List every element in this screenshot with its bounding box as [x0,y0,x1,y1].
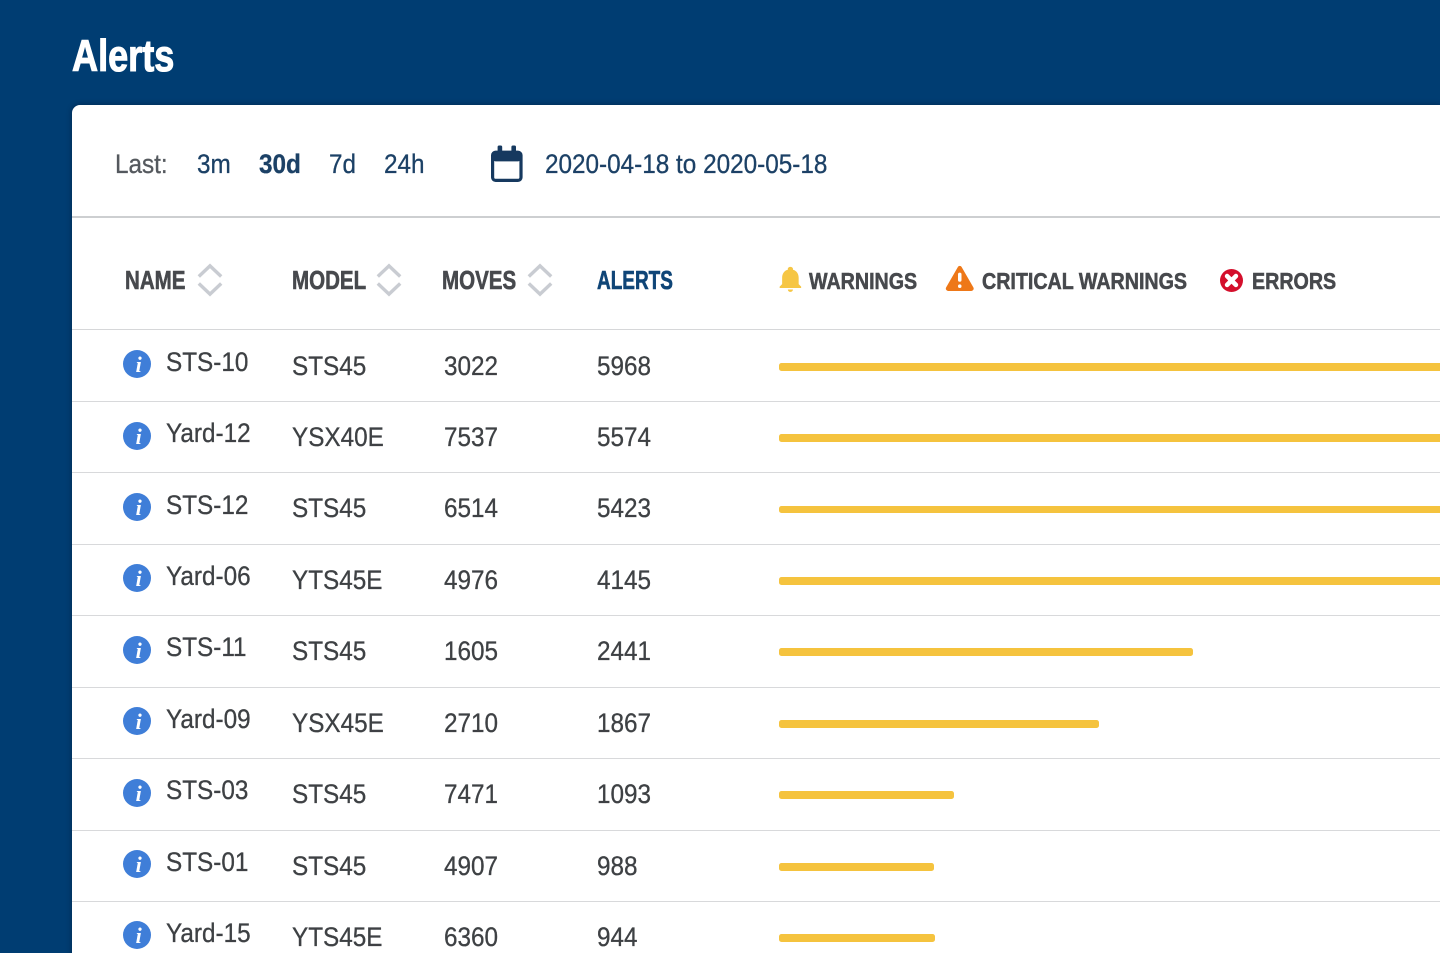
svg-text:i: i [135,781,142,806]
svg-text:i: i [135,424,142,449]
svg-text:i: i [135,495,142,520]
svg-text:i: i [135,852,142,877]
svg-text:i: i [135,923,142,948]
svg-text:i: i [135,352,142,377]
svg-text:i: i [135,638,142,663]
svg-text:i: i [135,709,142,734]
svg-text:i: i [135,566,142,591]
